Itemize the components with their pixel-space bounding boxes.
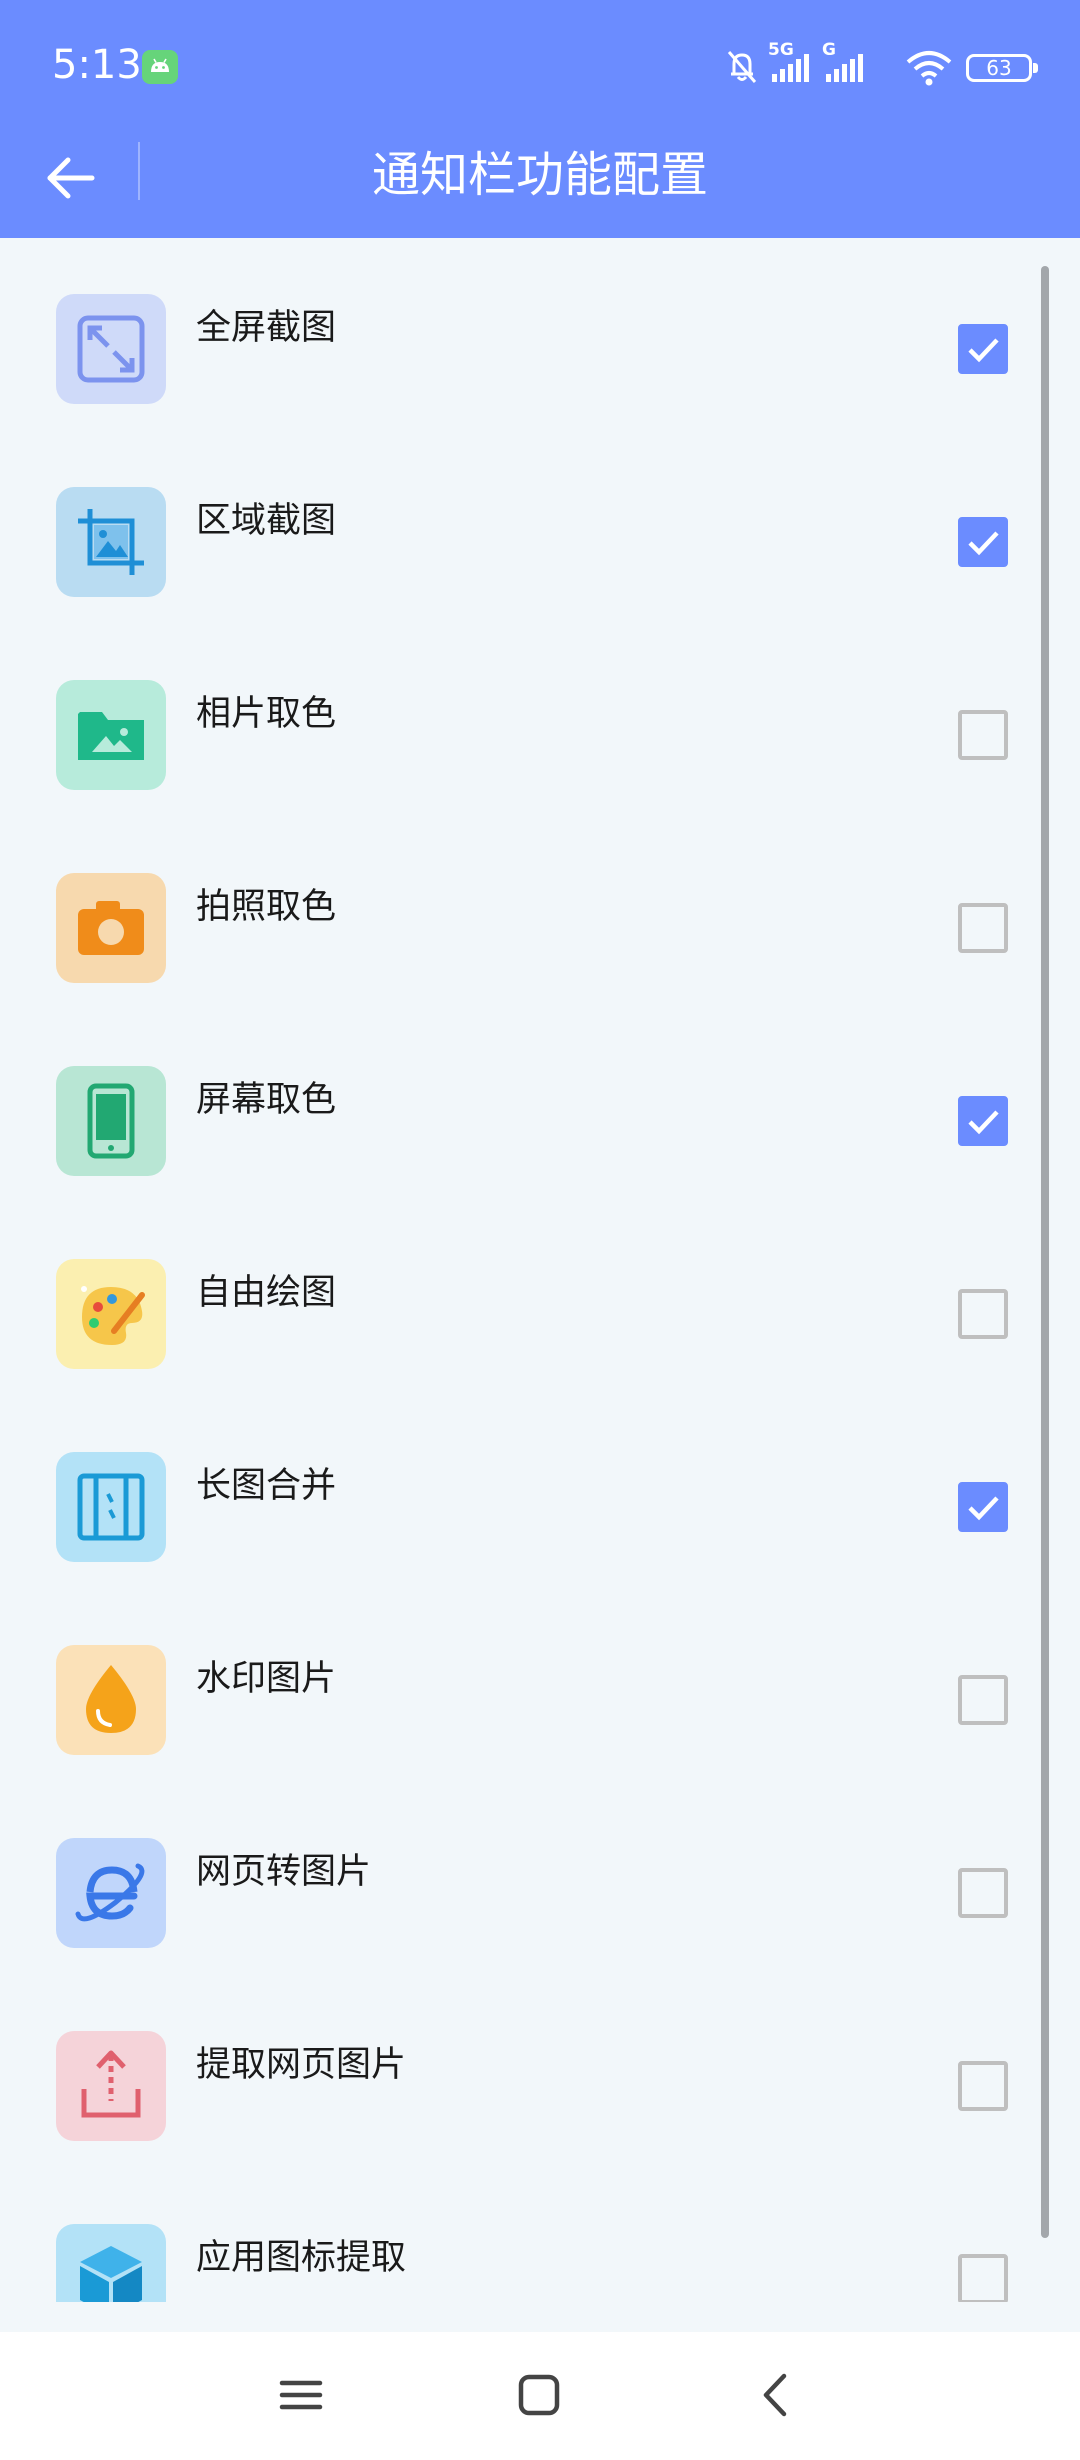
- camera-icon: [56, 873, 166, 983]
- item-label: 提取网页图片: [196, 2045, 407, 2085]
- chevron-left-icon: [763, 2373, 787, 2417]
- back-arrow-icon: [47, 157, 95, 199]
- checkmark-icon: [968, 531, 999, 556]
- long-image-icon: [56, 1452, 166, 1562]
- fullscreen-icon: [56, 294, 166, 404]
- item-checkbox[interactable]: [958, 2254, 1008, 2302]
- app-bar: 5:13 5G G 63 通知栏功能配置: [0, 0, 1080, 238]
- list-item[interactable]: 网页转图片: [0, 1782, 1040, 1975]
- checkmark-icon: [968, 338, 999, 363]
- title-row: 通知栏功能配置: [0, 130, 1080, 238]
- list-item[interactable]: 提取网页图片: [0, 1975, 1040, 2168]
- system-navigation-bar: [0, 2332, 1080, 2460]
- item-checkbox[interactable]: [958, 1482, 1008, 1532]
- palette-icon: [56, 1259, 166, 1369]
- item-checkbox[interactable]: [958, 1675, 1008, 1725]
- item-label: 网页转图片: [196, 1852, 372, 1892]
- item-checkbox[interactable]: [958, 1289, 1008, 1339]
- list-item[interactable]: 应用图标提取: [0, 2168, 1040, 2302]
- item-label: 长图合并: [196, 1466, 337, 1506]
- item-label: 全屏截图: [196, 308, 337, 348]
- list-item[interactable]: 相片取色: [0, 624, 1040, 817]
- phone-icon: [56, 1066, 166, 1176]
- nav-back-button[interactable]: [742, 2360, 812, 2430]
- water-drop-icon: [56, 1645, 166, 1755]
- list-item[interactable]: 自由绘图: [0, 1203, 1040, 1396]
- status-time: 5:13: [52, 42, 142, 88]
- list-item[interactable]: 区域截图: [0, 431, 1040, 624]
- list-item[interactable]: 屏幕取色: [0, 1010, 1040, 1203]
- android-notification-icon: [142, 50, 178, 84]
- item-checkbox[interactable]: [958, 324, 1008, 374]
- menu-icon: [279, 2380, 323, 2410]
- list-item[interactable]: 全屏截图: [0, 238, 1040, 431]
- list-item[interactable]: 长图合并: [0, 1396, 1040, 1589]
- checkmark-icon: [968, 1110, 999, 1135]
- item-checkbox[interactable]: [958, 710, 1008, 760]
- item-label: 相片取色: [196, 694, 337, 734]
- photo-folder-icon: [56, 680, 166, 790]
- feature-list: 全屏截图 区域截图 相片取色 拍照取色 屏幕取色 自由绘图 长图合并 水印图片 …: [0, 238, 1080, 2302]
- status-bar: 5:13 5G G 63: [0, 0, 1080, 130]
- item-label: 自由绘图: [196, 1273, 337, 1313]
- status-icons: 5G G 63: [727, 40, 1038, 88]
- item-checkbox[interactable]: [958, 2061, 1008, 2111]
- home-button[interactable]: [504, 2360, 574, 2430]
- browser-icon: [56, 1838, 166, 1948]
- item-checkbox[interactable]: [958, 1096, 1008, 1146]
- mute-bell-icon: [727, 51, 757, 83]
- signal-strength-icon: [772, 54, 809, 82]
- wifi-icon: [906, 51, 952, 86]
- home-square-icon: [518, 2374, 560, 2416]
- item-checkbox[interactable]: [958, 903, 1008, 953]
- battery-indicator: 63: [966, 54, 1038, 82]
- checkmark-icon: [968, 1496, 999, 1521]
- page-title: 通知栏功能配置: [371, 147, 708, 203]
- scrollbar[interactable]: [1041, 266, 1049, 2238]
- back-button[interactable]: [36, 140, 106, 210]
- item-label: 水印图片: [196, 1659, 337, 1699]
- crop-image-icon: [56, 487, 166, 597]
- list-item[interactable]: 拍照取色: [0, 817, 1040, 1010]
- signal-strength-icon-2: [826, 54, 863, 82]
- cube-icon: [56, 2224, 166, 2302]
- upload-icon: [56, 2031, 166, 2141]
- item-label: 拍照取色: [196, 887, 337, 927]
- item-checkbox[interactable]: [958, 517, 1008, 567]
- item-checkbox[interactable]: [958, 1868, 1008, 1918]
- item-label: 应用图标提取: [196, 2238, 407, 2278]
- recent-apps-button[interactable]: [266, 2360, 336, 2430]
- item-label: 屏幕取色: [196, 1080, 337, 1120]
- item-label: 区域截图: [196, 501, 337, 541]
- list-item[interactable]: 水印图片: [0, 1589, 1040, 1782]
